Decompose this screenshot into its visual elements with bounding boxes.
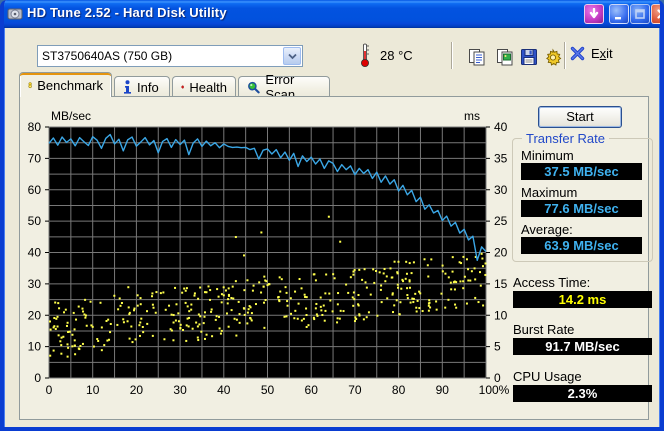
svg-text:80: 80 bbox=[28, 120, 42, 134]
svg-text:100%: 100% bbox=[479, 383, 510, 397]
cpu-usage-label: CPU Usage bbox=[513, 369, 582, 384]
tab-error-scan[interactable]: Error Scan bbox=[238, 72, 330, 102]
svg-text:90: 90 bbox=[436, 383, 450, 397]
access-time-label: Access Time: bbox=[513, 275, 591, 290]
app-window: HD Tune 2.52 - Hard Disk Utility ST37506… bbox=[0, 0, 664, 431]
svg-text:80: 80 bbox=[392, 383, 406, 397]
svg-text:15: 15 bbox=[494, 277, 508, 291]
maximum-value: 77.6 MB/sec bbox=[521, 200, 642, 217]
svg-text:70: 70 bbox=[348, 383, 362, 397]
save-icon bbox=[521, 49, 537, 65]
close-icon bbox=[656, 9, 660, 19]
error-scan-icon bbox=[248, 81, 260, 93]
svg-text:30: 30 bbox=[173, 383, 187, 397]
exit-label: Exit bbox=[591, 46, 613, 61]
temperature-readout: 28 °C bbox=[360, 42, 413, 68]
minimize-icon bbox=[615, 17, 621, 20]
burst-rate-value: 91.7 MB/sec bbox=[513, 338, 652, 355]
tab-label: Health bbox=[189, 79, 227, 95]
temperature-value: 28 °C bbox=[380, 47, 413, 63]
save-button[interactable] bbox=[518, 46, 540, 68]
svg-text:10: 10 bbox=[86, 383, 100, 397]
tab-label: Benchmark bbox=[37, 77, 103, 93]
thermometer-icon bbox=[361, 43, 369, 67]
svg-text:30: 30 bbox=[494, 183, 508, 197]
drive-select-value: ST3750640AS (750 GB) bbox=[42, 49, 173, 63]
svg-text:10: 10 bbox=[494, 308, 508, 322]
start-button[interactable]: Start bbox=[538, 106, 622, 128]
tab-info[interactable]: Info bbox=[114, 76, 170, 97]
benchmark-icon bbox=[28, 82, 32, 89]
minimum-label: Minimum bbox=[521, 148, 574, 163]
svg-text:20: 20 bbox=[130, 383, 144, 397]
maximize-button[interactable] bbox=[630, 4, 650, 24]
titlebar: HD Tune 2.52 - Hard Disk Utility bbox=[4, 0, 660, 28]
tab-benchmark[interactable]: Benchmark bbox=[19, 72, 112, 97]
cpu-usage-value: 2.3% bbox=[513, 385, 652, 402]
options-icon bbox=[546, 48, 562, 66]
toolbar-separator bbox=[451, 42, 453, 69]
svg-text:60: 60 bbox=[28, 183, 42, 197]
svg-text:5: 5 bbox=[494, 340, 501, 354]
svg-text:20: 20 bbox=[28, 308, 42, 322]
svg-text:50: 50 bbox=[261, 383, 275, 397]
svg-text:MB/sec: MB/sec bbox=[51, 109, 91, 123]
svg-text:70: 70 bbox=[28, 151, 42, 165]
svg-text:40: 40 bbox=[28, 246, 42, 260]
svg-text:ms: ms bbox=[464, 109, 480, 123]
health-icon bbox=[181, 85, 185, 89]
drive-select-dropdown-button[interactable] bbox=[283, 47, 301, 65]
svg-text:0: 0 bbox=[34, 371, 41, 385]
transfer-rate-group-title: Transfer Rate bbox=[522, 131, 609, 146]
down-arrow-icon bbox=[589, 8, 599, 19]
average-value: 63.9 MB/sec bbox=[521, 237, 642, 254]
copy-image-button[interactable] bbox=[494, 46, 516, 68]
svg-text:25: 25 bbox=[494, 214, 508, 228]
svg-text:50: 50 bbox=[28, 214, 42, 228]
svg-text:40: 40 bbox=[494, 120, 508, 134]
average-label: Average: bbox=[521, 222, 573, 237]
toolbar-separator bbox=[564, 42, 566, 69]
svg-text:30: 30 bbox=[28, 277, 42, 291]
chevron-down-icon bbox=[287, 53, 297, 59]
minimum-value: 37.5 MB/sec bbox=[521, 163, 642, 180]
info-icon bbox=[124, 80, 131, 94]
burst-rate-label: Burst Rate bbox=[513, 322, 575, 337]
svg-text:40: 40 bbox=[217, 383, 231, 397]
drive-select[interactable]: ST3750640AS (750 GB) bbox=[37, 45, 303, 67]
close-button[interactable] bbox=[651, 4, 660, 24]
maximum-label: Maximum bbox=[521, 185, 578, 200]
copy-image-icon bbox=[497, 49, 513, 66]
copy-text-button[interactable] bbox=[466, 46, 488, 68]
svg-text:60: 60 bbox=[305, 383, 319, 397]
window-title: HD Tune 2.52 - Hard Disk Utility bbox=[27, 5, 227, 20]
language-bar-button[interactable] bbox=[584, 4, 604, 24]
copy-text-icon bbox=[469, 49, 485, 66]
svg-text:20: 20 bbox=[494, 246, 508, 260]
tab-label: Info bbox=[137, 79, 159, 95]
svg-text:35: 35 bbox=[494, 151, 508, 165]
options-button[interactable] bbox=[542, 46, 564, 68]
svg-text:10: 10 bbox=[28, 340, 42, 354]
exit-x-icon bbox=[570, 46, 585, 61]
exit-button[interactable]: Exit bbox=[570, 46, 613, 61]
svg-text:0: 0 bbox=[46, 383, 53, 397]
tab-health[interactable]: Health bbox=[172, 76, 236, 97]
maximize-icon bbox=[635, 9, 645, 19]
access-time-value: 14.2 ms bbox=[513, 291, 652, 308]
benchmark-chart: MB/sec ms 0 10 20 30 40 50 60 70 80 0 5 10 15 20 25 30 35 4… bbox=[28, 109, 510, 397]
minimize-button[interactable] bbox=[609, 4, 629, 24]
hard-disk-icon bbox=[7, 8, 23, 20]
